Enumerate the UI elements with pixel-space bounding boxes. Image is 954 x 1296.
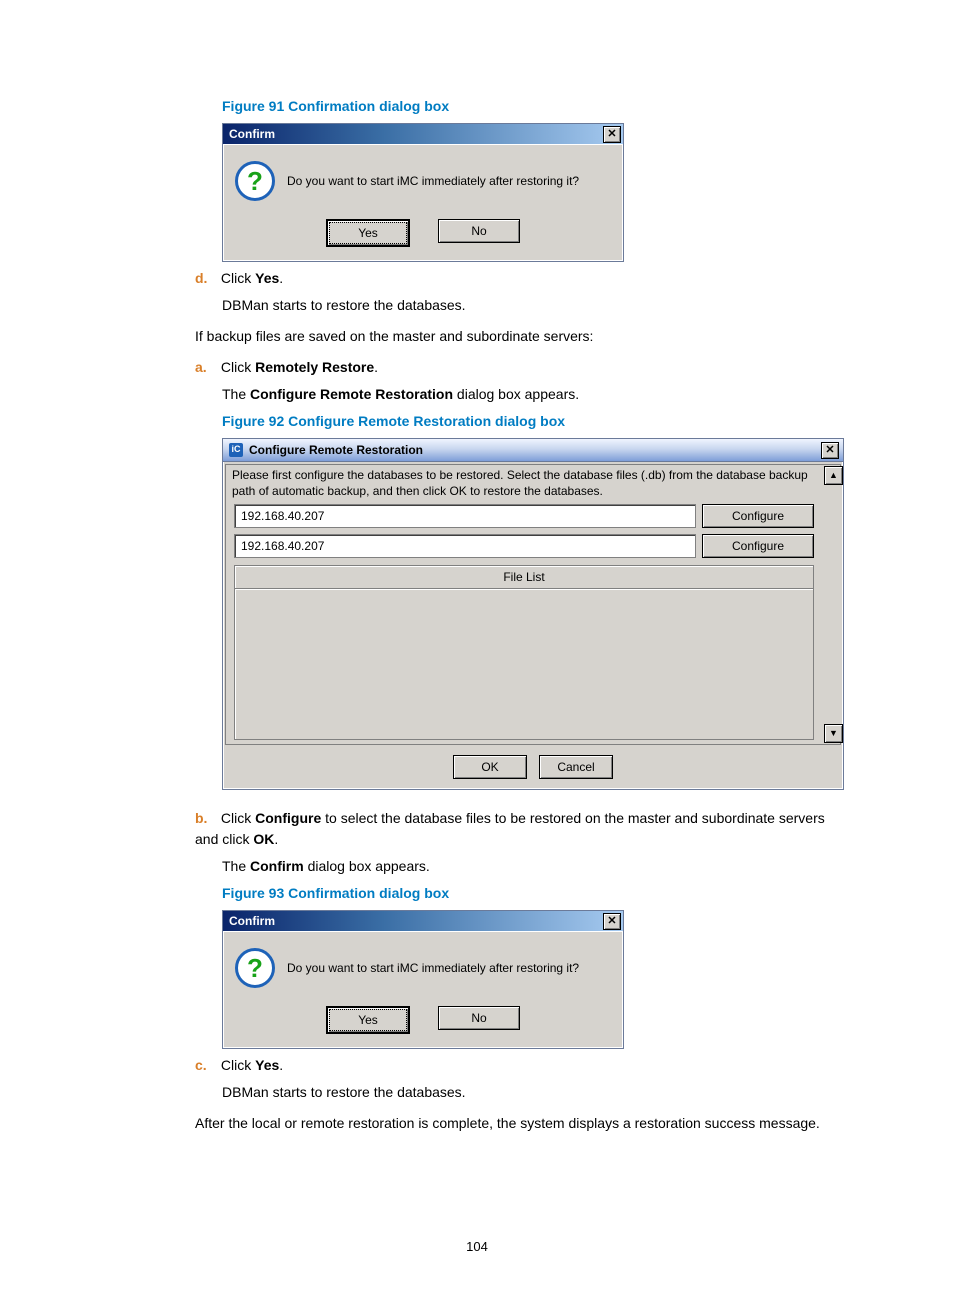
dialog-message: Do you want to start iMC immediately aft… [287,172,579,190]
ip-field[interactable]: 192.168.40.207 [234,504,696,528]
dialog-title: Confirm [229,125,275,143]
server-row: 192.168.40.207 Configure [226,501,822,531]
step-letter-c: c. [195,1055,217,1076]
step-d: d. Click Yes. [195,268,844,289]
figure-92-caption: Figure 92 Configure Remote Restoration d… [222,411,844,432]
figure-93-caption: Figure 93 Confirmation dialog box [222,883,844,904]
ok-button[interactable]: OK [453,755,527,779]
page-number: 104 [0,1237,954,1257]
step-a-text: Click Remotely Restore. [221,359,378,375]
instruction-text: Please first configure the databases to … [226,465,822,501]
step-a-sub: The Configure Remote Restoration dialog … [222,384,844,405]
dialog-title: Confirm [229,912,275,930]
step-b-text: Click Configure to select the database f… [195,810,825,847]
step-d-sub: DBMan starts to restore the databases. [222,295,844,316]
configure-button[interactable]: Configure [702,534,814,558]
step-b-sub: The Confirm dialog box appears. [222,856,844,877]
figure-91-caption: Figure 91 Confirmation dialog box [222,96,844,117]
dialog-titlebar: Confirm ✕ [223,911,623,932]
ip-field[interactable]: 192.168.40.207 [234,534,696,558]
close-icon[interactable]: ✕ [603,913,621,930]
dialog-titlebar: Confirm ✕ [223,124,623,145]
step-letter-b: b. [195,808,217,829]
no-button[interactable]: No [438,219,520,243]
question-icon: ? [235,161,275,201]
dialog-titlebar: iC Configure Remote Restoration ✕ [223,439,843,462]
step-b: b. Click Configure to select the databas… [195,808,844,850]
dialog-message: Do you want to start iMC immediately aft… [287,959,579,977]
confirm-dialog-93: Confirm ✕ ? Do you want to start iMC imm… [222,910,624,1049]
server-row: 192.168.40.207 Configure [226,531,822,561]
if-backup-line: If backup files are saved on the master … [195,326,844,347]
yes-button[interactable]: Yes [326,219,410,247]
step-c-text: Click Yes. [221,1057,283,1073]
yes-button[interactable]: Yes [326,1006,410,1034]
cancel-button[interactable]: Cancel [539,755,613,779]
scroll-up-icon[interactable]: ▲ [824,466,843,485]
step-letter-d: d. [195,268,217,289]
configure-remote-restoration-dialog: iC Configure Remote Restoration ✕ Please… [222,438,844,790]
step-letter-a: a. [195,357,217,378]
scroll-down-icon[interactable]: ▼ [824,724,843,743]
confirm-dialog-91: Confirm ✕ ? Do you want to start iMC imm… [222,123,624,262]
scrollbar[interactable]: ▲ ▼ [824,466,841,743]
question-icon: ? [235,948,275,988]
step-c-sub: DBMan starts to restore the databases. [222,1082,844,1103]
close-icon[interactable]: ✕ [821,442,839,459]
file-list-header: File List [234,565,814,588]
close-icon[interactable]: ✕ [603,126,621,143]
step-d-text: Click Yes. [221,270,283,286]
no-button[interactable]: No [438,1006,520,1030]
file-list[interactable] [234,588,814,740]
after-restoration-line: After the local or remote restoration is… [195,1113,844,1134]
app-icon: iC [229,443,243,457]
dialog-title: Configure Remote Restoration [249,441,423,459]
step-a: a. Click Remotely Restore. [195,357,844,378]
configure-button[interactable]: Configure [702,504,814,528]
step-c: c. Click Yes. [195,1055,844,1076]
